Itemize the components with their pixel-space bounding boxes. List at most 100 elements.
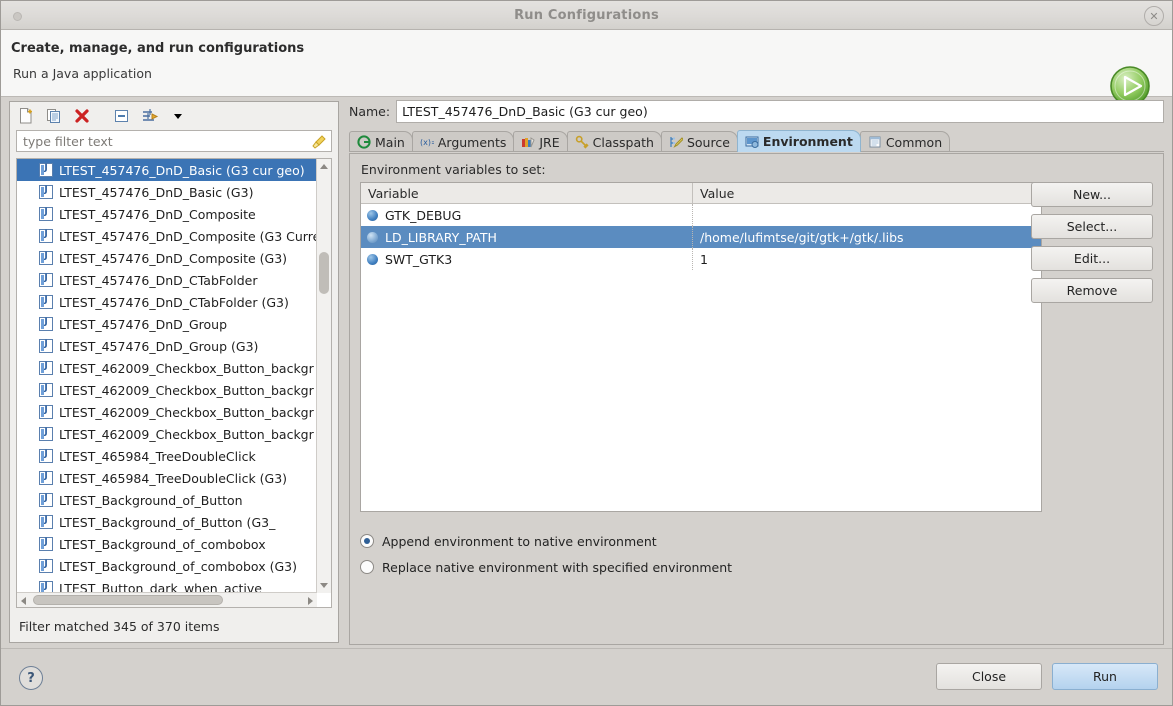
scroll-left-arrow-icon[interactable] xyxy=(21,597,26,605)
tree-vertical-scrollbar[interactable] xyxy=(316,159,331,593)
tree-item[interactable]: LTEST_457476_DnD_Basic (G3 cur geo) xyxy=(17,159,317,181)
collapse-all-icon[interactable] xyxy=(110,105,134,127)
column-header-value[interactable]: Value xyxy=(693,183,1041,203)
tab-label: Environment xyxy=(762,134,853,149)
common-page-icon xyxy=(868,135,882,149)
table-row[interactable]: SWT_GTK3 1 xyxy=(361,248,1041,270)
tree-item[interactable]: LTEST_457476_DnD_CTabFolder (G3) xyxy=(17,291,317,313)
tab-label: Source xyxy=(686,134,730,150)
tree-item-label: LTEST_462009_Checkbox_Button_backgr xyxy=(59,404,314,420)
tree-item[interactable]: LTEST_Background_of_combobox xyxy=(17,533,317,555)
tree-horizontal-thumb[interactable] xyxy=(33,595,223,605)
tree-item-label: LTEST_465984_TreeDoubleClick xyxy=(59,448,256,464)
tab-label: Arguments xyxy=(437,134,507,150)
environment-variables-table[interactable]: Variable Value GTK_DEBUG LD_LIBRARY_PATH /… xyxy=(360,182,1042,512)
tree-item[interactable]: LTEST_462009_Checkbox_Button_backgr xyxy=(17,379,317,401)
radio-option[interactable]: Replace native environment with specifie… xyxy=(360,554,1153,580)
environment-tab-panel: Environment variables to set: Variable V… xyxy=(349,153,1164,645)
tab-source[interactable]: Source xyxy=(660,131,738,152)
java-launch-icon xyxy=(39,471,53,485)
help-question-icon[interactable]: ? xyxy=(19,666,43,690)
radio-label: Replace native environment with specifie… xyxy=(382,559,733,575)
tab-arguments[interactable]: (x)=Arguments xyxy=(411,131,515,152)
tree-item[interactable]: LTEST_457476_DnD_Composite (G3 Curre xyxy=(17,225,317,247)
tree-item[interactable]: LTEST_457476_DnD_Basic (G3) xyxy=(17,181,317,203)
cell-variable: GTK_DEBUG xyxy=(361,204,693,226)
tree-item[interactable]: LTEST_Button_dark_when_active xyxy=(17,577,317,593)
filter-status: Filter matched 345 of 370 items xyxy=(19,619,220,634)
column-header-variable[interactable]: Variable xyxy=(361,183,693,203)
new-document-icon[interactable] xyxy=(14,105,38,127)
remove-variable-button[interactable]: Remove xyxy=(1031,278,1153,303)
tab-environment[interactable]: Environment xyxy=(736,130,861,152)
tree-item-label: LTEST_Background_of_combobox xyxy=(59,536,266,552)
name-input[interactable]: LTEST_457476_DnD_Basic (G3 cur geo) xyxy=(396,99,1164,123)
close-icon[interactable]: ✕ xyxy=(1144,6,1164,26)
tree-item[interactable]: LTEST_Background_of_combobox (G3) xyxy=(17,555,317,577)
filter-input[interactable] xyxy=(17,131,331,151)
run-button[interactable]: Run xyxy=(1052,663,1158,690)
copy-icon[interactable] xyxy=(42,105,66,127)
tab-common[interactable]: Common xyxy=(859,131,951,152)
classpath-key-icon xyxy=(575,135,589,149)
tree-item[interactable]: LTEST_457476_DnD_Composite xyxy=(17,203,317,225)
java-launch-icon xyxy=(39,295,53,309)
tree-item[interactable]: LTEST_457476_DnD_Composite (G3) xyxy=(17,247,317,269)
tree-vertical-thumb[interactable] xyxy=(319,252,329,294)
tree-item-label: LTEST_465984_TreeDoubleClick (G3) xyxy=(59,470,288,486)
tree-item[interactable]: LTEST_462009_Checkbox_Button_backgr xyxy=(17,357,317,379)
scroll-right-arrow-icon[interactable] xyxy=(308,597,313,605)
new-variable-button[interactable]: New... xyxy=(1031,182,1153,207)
tab-main[interactable]: Main xyxy=(349,131,413,152)
tree-item[interactable]: LTEST_465984_TreeDoubleClick (G3) xyxy=(17,467,317,489)
java-launch-icon xyxy=(39,537,53,551)
java-launch-icon xyxy=(39,361,53,375)
configurations-tree[interactable]: LTEST_457476_DnD_Basic (G3 cur geo) LTEST… xyxy=(16,158,332,608)
tree-item-label: LTEST_457476_DnD_Basic (G3) xyxy=(59,184,254,200)
select-variable-button[interactable]: Select... xyxy=(1031,214,1153,239)
footer-buttons: Close Run xyxy=(936,663,1158,690)
tree-item-label: LTEST_462009_Checkbox_Button_backgr xyxy=(59,382,314,398)
tree-item-label: LTEST_457476_DnD_CTabFolder (G3) xyxy=(59,294,289,310)
configurations-tree-list: LTEST_457476_DnD_Basic (G3 cur geo) LTEST… xyxy=(17,159,317,593)
tree-item[interactable]: LTEST_465984_TreeDoubleClick xyxy=(17,445,317,467)
tree-item-label: LTEST_Background_of_Button xyxy=(59,492,243,508)
tree-item-label: LTEST_457476_DnD_CTabFolder xyxy=(59,272,258,288)
tree-item[interactable]: LTEST_462009_Checkbox_Button_backgr xyxy=(17,401,317,423)
arguments-xy-icon: (x)= xyxy=(420,135,438,149)
tab-classpath[interactable]: Classpath xyxy=(566,131,662,152)
tree-item[interactable]: LTEST_Background_of_Button xyxy=(17,489,317,511)
jre-books-icon xyxy=(521,135,535,149)
tree-item-label: LTEST_462009_Checkbox_Button_backgr xyxy=(59,360,314,376)
variable-bullet-icon xyxy=(367,209,378,221)
radio-button[interactable] xyxy=(360,534,374,548)
tree-item[interactable]: LTEST_457476_DnD_Group xyxy=(17,313,317,335)
close-button[interactable]: Close xyxy=(936,663,1042,690)
chevron-down-icon[interactable] xyxy=(166,105,190,127)
tree-horizontal-scrollbar[interactable] xyxy=(17,592,317,607)
filter-input-wrapper[interactable] xyxy=(16,130,332,152)
environment-buttons: New... Select... Edit... Remove xyxy=(1031,182,1153,303)
tree-item[interactable]: LTEST_457476_DnD_Group (G3) xyxy=(17,335,317,357)
tree-item-label: LTEST_Background_of_Button (G3_ xyxy=(59,514,276,530)
delete-x-icon[interactable] xyxy=(70,105,94,127)
edit-variable-button[interactable]: Edit... xyxy=(1031,246,1153,271)
dialog-titlebar: Run Configurations ✕ xyxy=(1,1,1172,30)
svg-text:(x)=: (x)= xyxy=(420,138,434,147)
scroll-up-arrow-icon[interactable] xyxy=(320,164,328,169)
environment-icon xyxy=(745,135,759,149)
table-row[interactable]: LD_LIBRARY_PATH/home/lufimtse/git/gtk+/g… xyxy=(361,226,1041,248)
filter-arrows-icon[interactable] xyxy=(138,105,162,127)
table-row[interactable]: GTK_DEBUG xyxy=(361,204,1041,226)
tree-item[interactable]: LTEST_462009_Checkbox_Button_backgr xyxy=(17,423,317,445)
broom-icon[interactable] xyxy=(311,134,327,150)
tree-item[interactable]: LTEST_Background_of_Button (G3_ xyxy=(17,511,317,533)
java-launch-icon xyxy=(39,559,53,573)
tab-label: JRE xyxy=(539,134,560,150)
tab-jre[interactable]: JRE xyxy=(513,131,568,152)
tree-item[interactable]: LTEST_457476_DnD_CTabFolder xyxy=(17,269,317,291)
radio-button[interactable] xyxy=(360,560,374,574)
radio-option[interactable]: Append environment to native environment xyxy=(360,528,1153,554)
name-label: Name: xyxy=(349,103,391,119)
scroll-down-arrow-icon[interactable] xyxy=(320,583,328,588)
